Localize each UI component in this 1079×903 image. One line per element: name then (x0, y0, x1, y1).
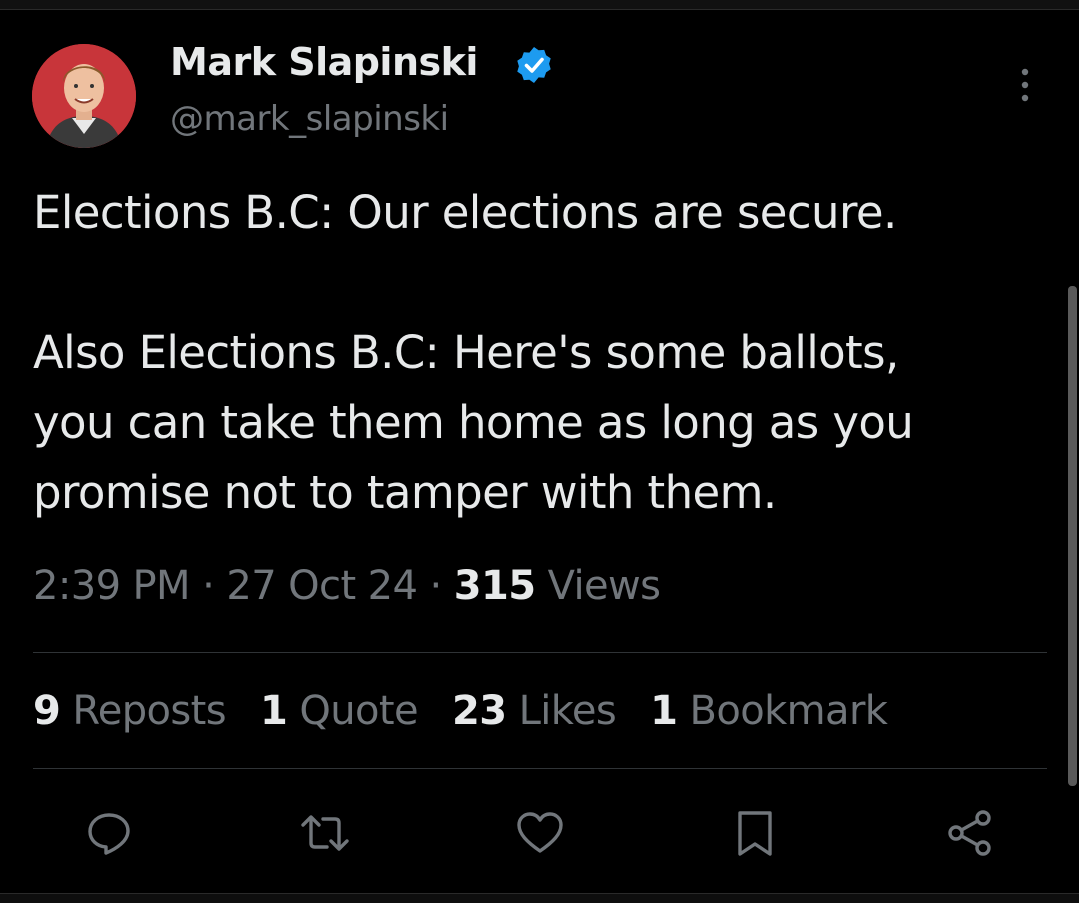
tweet-text: Elections B.C: Our elections are secure.… (33, 178, 1043, 528)
reposts-label: Reposts (72, 688, 226, 734)
meta-separator: · (202, 563, 215, 609)
bookmarks-stat[interactable]: 1 Bookmark (650, 688, 888, 734)
avatar-image (32, 44, 136, 148)
display-name[interactable]: Mark Slapinski (170, 40, 478, 84)
avatar[interactable] (32, 44, 136, 148)
views-label: Views (547, 563, 661, 609)
views-count: 315 (453, 563, 536, 609)
reposts-stat[interactable]: 9 Reposts (33, 688, 227, 734)
repost-button[interactable] (298, 806, 352, 860)
bookmark-icon (738, 811, 772, 856)
share-icon (948, 810, 991, 856)
like-icon (517, 812, 563, 853)
bookmark-button[interactable] (728, 806, 782, 860)
handle[interactable]: @mark_slapinski (170, 99, 449, 139)
bottom-edge (0, 893, 1079, 903)
share-button[interactable] (943, 806, 997, 860)
verified-badge-icon (517, 47, 551, 83)
repost-icon (301, 815, 349, 851)
bookmarks-count: 1 (650, 688, 678, 734)
tweet-date[interactable]: 27 Oct 24 (226, 563, 418, 609)
meta-separator: · (429, 563, 442, 609)
divider (33, 768, 1047, 769)
tweet-time[interactable]: 2:39 PM (33, 563, 191, 609)
tweet-paragraph: Also Elections B.C: Here's some ballots,… (33, 326, 914, 519)
like-button[interactable] (513, 806, 567, 860)
engagement-stats: 9 Reposts 1 Quote 23 Likes 1 Bookmark (33, 688, 888, 734)
likes-count: 23 (451, 688, 507, 734)
quotes-label: Quote (299, 688, 418, 734)
tweet-paragraph: Elections B.C: Our elections are secure. (33, 186, 897, 239)
quotes-stat[interactable]: 1 Quote (260, 688, 419, 734)
more-options-icon[interactable] (1012, 66, 1038, 104)
quotes-count: 1 (260, 688, 288, 734)
bookmarks-label: Bookmark (689, 688, 888, 734)
tweet-meta: 2:39 PM · 27 Oct 24 · 315 Views (33, 563, 661, 609)
likes-label: Likes (518, 688, 617, 734)
reply-icon (88, 813, 130, 855)
reply-button[interactable] (82, 806, 136, 860)
reposts-count: 9 (33, 688, 61, 734)
top-edge (0, 0, 1079, 10)
likes-stat[interactable]: 23 Likes (451, 688, 617, 734)
divider (33, 652, 1047, 653)
scrollbar[interactable] (1068, 286, 1077, 786)
